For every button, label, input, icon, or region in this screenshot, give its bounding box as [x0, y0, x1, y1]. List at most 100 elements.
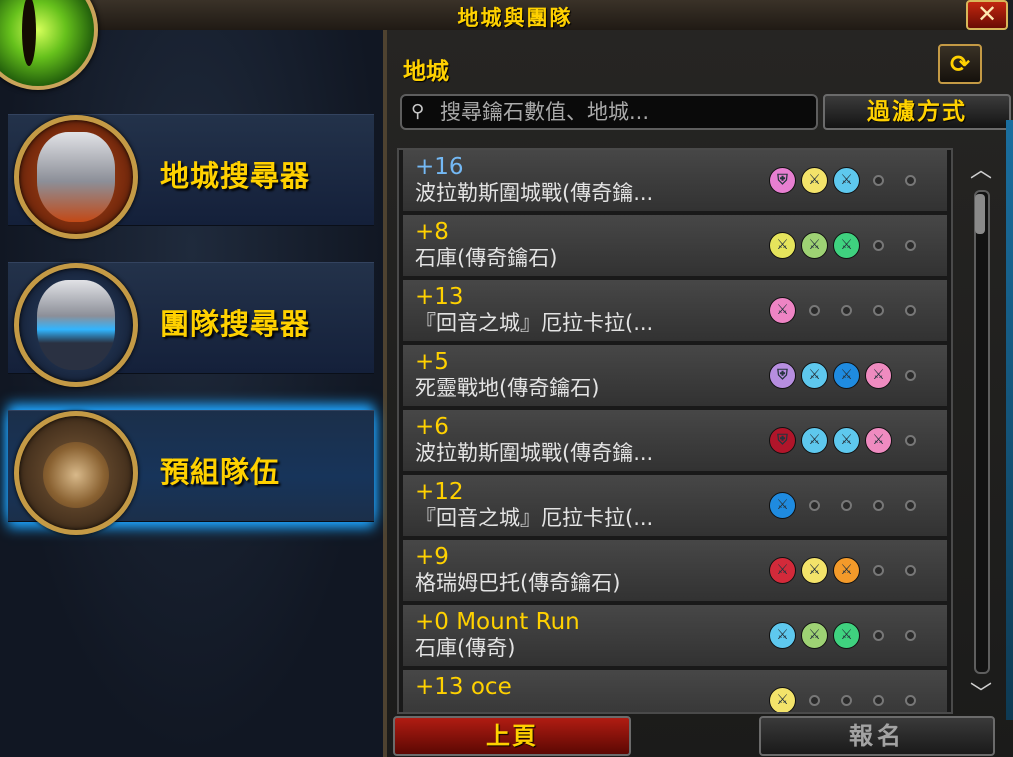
empty-slot-icon	[873, 500, 884, 511]
empty-slot-icon	[905, 565, 916, 576]
empty-slot-icon	[905, 435, 916, 446]
empty-slot-icon	[905, 370, 916, 381]
empty-slot-icon	[841, 500, 852, 511]
group-name: 格瑞姆巴托(傳奇鑰石)	[415, 571, 621, 595]
empty-slot-icon	[841, 695, 852, 706]
dps-role-icon: ⚔	[865, 362, 892, 389]
empty-slot-icon	[873, 695, 884, 706]
dps-role-icon: ⚔	[801, 622, 828, 649]
list-item[interactable]: +16 波拉勒斯圍城戰(傳奇鑰... ⛨ ⚔ ⚔	[403, 150, 947, 211]
empty-slot-icon	[809, 695, 820, 706]
filter-label: 過濾方式	[867, 99, 967, 125]
sidebar-item-dungeon-finder[interactable]: 地城搜尋器	[8, 114, 374, 239]
empty-slot-icon	[809, 500, 820, 511]
empty-slot-icon	[905, 240, 916, 251]
group-name: 石庫(傳奇鑰石)	[415, 246, 558, 270]
filter-button[interactable]: 過濾方式	[823, 94, 1011, 130]
title-bar: 地城與團隊	[60, 0, 970, 32]
group-list: +16 波拉勒斯圍城戰(傳奇鑰... ⛨ ⚔ ⚔ +8 石庫(傳奇鑰石) ⚔ ⚔ ⚔ +…	[397, 148, 953, 714]
sidebar-item-label: 團隊搜尋器	[160, 307, 311, 341]
close-button[interactable]: ✕	[966, 0, 1008, 30]
group-level: +13	[415, 284, 464, 310]
dps-role-icon: ⚔	[769, 622, 796, 649]
tank-role-icon: ⛨	[769, 167, 796, 194]
window-title: 地城與團隊	[457, 6, 573, 30]
empty-slot-icon	[905, 305, 916, 316]
search-input[interactable]	[438, 98, 812, 126]
empty-slot-icon	[873, 305, 884, 316]
dps-role-icon: ⚔	[769, 557, 796, 584]
group-level: +5	[415, 349, 449, 375]
search-icon: ⚲	[411, 101, 425, 122]
back-button[interactable]: 上頁	[393, 716, 631, 756]
background-edge	[1006, 120, 1013, 720]
healer-role-icon: ⚔	[769, 232, 796, 259]
list-item[interactable]: +5 死靈戰地(傳奇鑰石) ⛨ ⚔ ⚔ ⚔	[403, 345, 947, 406]
empty-slot-icon	[905, 630, 916, 641]
scrollbar[interactable]: ︿ ﹀	[967, 148, 997, 710]
list-item[interactable]: +13 『回音之城』厄拉卡拉(... ⚔	[403, 280, 947, 341]
sidebar-item-label: 預組隊伍	[160, 455, 281, 489]
dps-role-icon: ⚔	[801, 557, 828, 584]
group-level: +8	[415, 219, 449, 245]
sidebar-item-label: 地城搜尋器	[160, 159, 311, 193]
dps-role-icon: ⚔	[833, 427, 860, 454]
empty-slot-icon	[873, 175, 884, 186]
empty-slot-icon	[873, 240, 884, 251]
list-item[interactable]: +9 格瑞姆巴托(傳奇鑰石) ⚔ ⚔ ⚔	[403, 540, 947, 601]
sidebar-item-premade-groups[interactable]: 預組隊伍	[8, 410, 374, 535]
helmet-orange-icon	[14, 115, 138, 239]
list-item[interactable]: +0 Mount Run 石庫(傳奇) ⚔ ⚔ ⚔	[403, 605, 947, 666]
empty-slot-icon	[809, 305, 820, 316]
scroll-up-icon[interactable]: ︿	[967, 152, 995, 183]
empty-slot-icon	[905, 500, 916, 511]
group-level: +6	[415, 414, 449, 440]
empty-slot-icon	[841, 305, 852, 316]
dps-role-icon: ⚔	[769, 687, 796, 712]
list-item[interactable]: +8 石庫(傳奇鑰石) ⚔ ⚔ ⚔	[403, 215, 947, 276]
empty-slot-icon	[873, 565, 884, 576]
scroll-track[interactable]	[974, 190, 990, 674]
list-item[interactable]: +12 『回音之城』厄拉卡拉(... ⚔	[403, 475, 947, 536]
group-name: 『回音之城』厄拉卡拉(...	[415, 506, 654, 530]
tank-role-icon: ⛨	[769, 427, 796, 454]
dungeons-and-raids-window: 地城與團隊 ✕ 地城搜尋器 團隊搜尋器 預組隊伍 地城 ⟳ ⚲ 搜尋鑰石數值、地…	[0, 0, 1013, 757]
scroll-thumb[interactable]	[975, 194, 985, 234]
dps-role-icon: ⚔	[833, 557, 860, 584]
dps-role-icon: ⚔	[801, 362, 828, 389]
dps-role-icon: ⚔	[865, 427, 892, 454]
refresh-button[interactable]: ⟳	[938, 44, 982, 84]
section-title: 地城	[403, 59, 449, 85]
group-name: 死靈戰地(傳奇鑰石)	[415, 376, 600, 400]
signup-button[interactable]: 報名	[759, 716, 995, 756]
dps-role-icon: ⚔	[833, 232, 860, 259]
group-name: 『回音之城』厄拉卡拉(...	[415, 311, 654, 335]
sidebar-item-raid-finder[interactable]: 團隊搜尋器	[8, 262, 374, 387]
empty-slot-icon	[873, 630, 884, 641]
premade-group-icon	[14, 411, 138, 535]
list-item[interactable]: +13 oce ⚔	[403, 670, 947, 712]
dps-role-icon: ⚔	[769, 492, 796, 519]
group-name: 波拉勒斯圍城戰(傳奇鑰...	[415, 181, 654, 205]
group-level: +0 Mount Run	[415, 609, 580, 635]
group-level: +16	[415, 154, 464, 180]
scroll-down-icon[interactable]: ﹀	[967, 676, 995, 707]
search-box[interactable]: ⚲	[400, 94, 818, 130]
healer-role-icon: ⚔	[801, 167, 828, 194]
tank-role-icon: ⛨	[769, 362, 796, 389]
main-panel: 地城 ⟳ ⚲ 過濾方式 +16 波拉勒斯圍城戰(傳奇鑰... ⛨⚔⚔ +8 石庫…	[387, 30, 1013, 757]
dps-role-icon: ⚔	[833, 167, 860, 194]
dps-role-icon: ⚔	[833, 622, 860, 649]
dps-role-icon: ⚔	[833, 362, 860, 389]
empty-slot-icon	[905, 695, 916, 706]
refresh-icon: ⟳	[949, 50, 971, 78]
empty-slot-icon	[905, 175, 916, 186]
list-item[interactable]: +6 波拉勒斯圍城戰(傳奇鑰... ⛨ ⚔ ⚔ ⚔	[403, 410, 947, 471]
sidebar: 地城搜尋器 團隊搜尋器 預組隊伍	[0, 30, 387, 757]
helmet-blue-icon	[14, 263, 138, 387]
group-level: +13 oce	[415, 674, 512, 700]
group-name: 波拉勒斯圍城戰(傳奇鑰...	[415, 441, 654, 465]
dps-role-icon: ⚔	[801, 232, 828, 259]
group-level: +12	[415, 479, 464, 505]
dps-role-icon: ⚔	[801, 427, 828, 454]
